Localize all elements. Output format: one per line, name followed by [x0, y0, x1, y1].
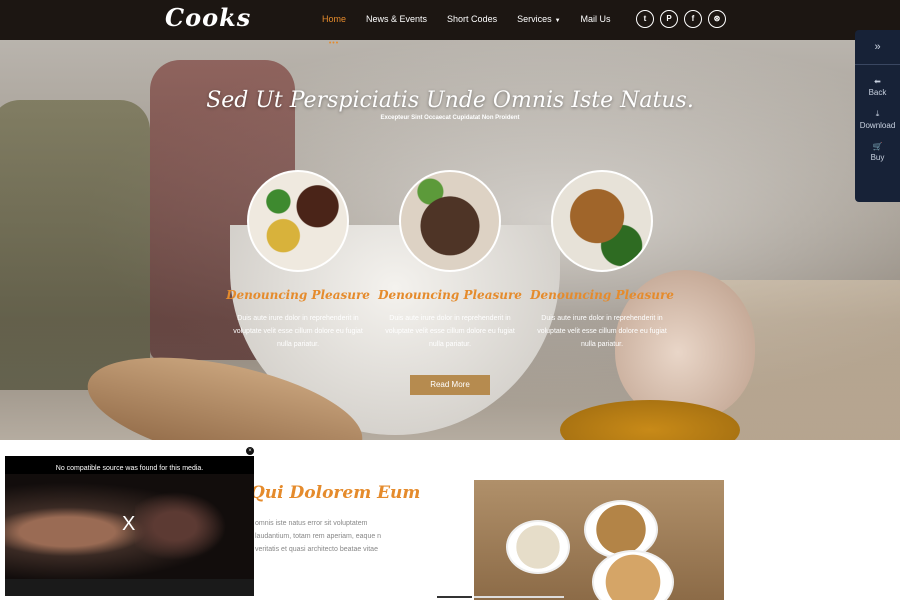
active-indicator: ••• [328, 40, 340, 47]
download-icon: ⤓ [875, 109, 880, 118]
video-controls-bar[interactable] [5, 579, 254, 596]
top-navbar: Cooks Home ••• News & Events Short Codes… [0, 0, 900, 47]
feature-title: Denouncing Pleasure [378, 288, 522, 302]
video-poster-detail [135, 486, 235, 566]
side-download-button[interactable]: ⤓ Download [855, 109, 900, 130]
side-download-label: Download [859, 121, 896, 130]
side-back-label: Back [868, 88, 887, 97]
feature-description: Duis aute irure dolor in reprehenderit i… [537, 315, 667, 348]
feature-description: Duis aute irure dolor in reprehenderit i… [385, 315, 515, 348]
feature-card: Denouncing Pleasure Duis aute irure dolo… [375, 170, 525, 351]
slider-indicator-active[interactable] [437, 596, 472, 598]
feature-card: Denouncing Pleasure Duis aute irure dolo… [223, 170, 373, 351]
cart-icon: 🛒 [872, 142, 883, 151]
nut-bowl [506, 520, 570, 574]
hero-banner: Sed Ut Perspiciatis Unde Omnis Iste Natu… [0, 40, 900, 440]
side-buy-label: Buy [870, 153, 885, 162]
double-chevron-right-icon[interactable]: » [855, 30, 900, 65]
hero-title: Sed Ut Perspiciatis Unde Omnis Iste Natu… [206, 88, 694, 113]
nav-services-label: Services [517, 14, 552, 24]
nav-short-codes[interactable]: Short Codes [437, 0, 507, 40]
video-error-x: X [122, 513, 136, 535]
background-jar [0, 100, 150, 390]
site-logo[interactable]: Cooks [165, 3, 251, 32]
video-error-message: No compatible source was found for this … [55, 465, 204, 472]
nav-mail-label: Mail Us [580, 14, 611, 24]
close-icon[interactable]: × [245, 446, 255, 456]
about-text: omnis iste natus error sit voluptatem la… [255, 520, 382, 553]
pinterest-icon[interactable]: P [660, 10, 678, 28]
nav-services[interactable]: Services ▼ [507, 0, 570, 40]
nut-bowl [592, 550, 674, 600]
side-back-button[interactable]: ⬅ Back [855, 77, 900, 97]
dribbble-icon[interactable]: ⊛ [708, 10, 726, 28]
slider-indicator[interactable] [474, 596, 564, 598]
dish-image [399, 170, 501, 272]
arrow-left-icon: ⬅ [874, 77, 881, 86]
about-title: Qui Dolorem Eum [250, 483, 421, 503]
dish-image [247, 170, 349, 272]
nav-home[interactable]: Home ••• [312, 0, 356, 47]
facebook-icon[interactable]: f [684, 10, 702, 28]
nav-mail-us[interactable]: Mail Us [571, 0, 621, 40]
caret-down-icon: ▼ [554, 18, 561, 24]
dish-image [551, 170, 653, 272]
social-links: t P f ⊛ [636, 10, 726, 28]
feature-description: Duis aute irure dolor in reprehenderit i… [233, 315, 363, 348]
twitter-icon[interactable]: t [636, 10, 654, 28]
nav-news-label: News & Events [366, 14, 428, 24]
main-nav: Home ••• News & Events Short Codes Servi… [312, 0, 621, 47]
feature-title: Denouncing Pleasure [530, 288, 674, 302]
hero-subtitle: Excepteur Sint Occaecat Cupidatat Non Pr… [380, 115, 520, 121]
nav-news-events[interactable]: News & Events [356, 0, 437, 40]
side-buy-button[interactable]: 🛒 Buy [855, 142, 900, 162]
feature-card: Denouncing Pleasure Duis aute irure dolo… [527, 170, 677, 351]
read-more-button[interactable]: Read More [410, 375, 490, 395]
side-panel: » ⬅ Back ⤓ Download 🛒 Buy [855, 30, 900, 202]
nav-home-label: Home [322, 14, 347, 24]
nuts-image [474, 480, 724, 600]
nut-bowl [584, 500, 658, 559]
video-player[interactable]: No compatible source was found for this … [5, 456, 254, 596]
feature-title: Denouncing Pleasure [226, 288, 370, 302]
nav-shortcodes-label: Short Codes [447, 14, 498, 24]
